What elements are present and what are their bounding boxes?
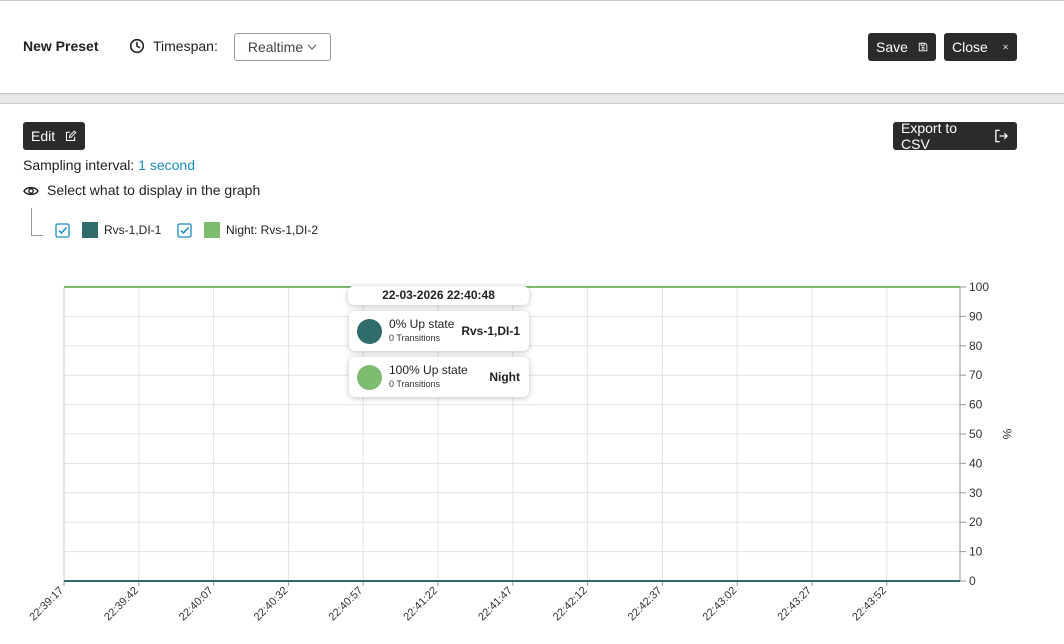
tree-connector bbox=[31, 208, 43, 236]
header-separator bbox=[0, 94, 1064, 104]
legend-label: Rvs-1,DI-1 bbox=[104, 223, 162, 237]
legend-swatch bbox=[82, 222, 98, 238]
save-button[interactable]: Save bbox=[868, 33, 936, 61]
export-label: Export to CSV bbox=[901, 120, 958, 152]
tooltip-state: 100% Up state bbox=[389, 363, 468, 377]
preset-title: New Preset bbox=[23, 38, 99, 54]
tooltip-series-name: Night bbox=[489, 370, 520, 384]
checkbox-checked-icon[interactable] bbox=[55, 222, 70, 238]
tooltip-series-dot bbox=[357, 364, 382, 390]
timespan-value: Realtime bbox=[247, 39, 304, 55]
timespan-label: Timespan: bbox=[153, 38, 218, 54]
tooltip-transitions: 0 Transitions bbox=[389, 379, 441, 389]
y-tick-label: 100 bbox=[969, 280, 989, 294]
x-tick-label: 22:41:22 bbox=[401, 585, 440, 624]
line-chart[interactable]: 0 10 20 30 40 50 60 70 80 90 100 22:39:17 22:39:42 22… bbox=[0, 270, 1064, 644]
x-tick-label: 22:40:07 bbox=[177, 585, 216, 624]
tooltip-transitions: 0 Transitions bbox=[389, 333, 441, 343]
sampling-interval: Sampling interval: 1 second bbox=[23, 157, 195, 173]
y-tick-label: 0 bbox=[969, 574, 976, 588]
x-tick-label: 22:42:37 bbox=[626, 585, 665, 624]
sampling-label: Sampling interval: bbox=[23, 157, 135, 173]
x-tick-label: 22:40:57 bbox=[327, 585, 366, 624]
y-tick-label: 60 bbox=[969, 398, 983, 412]
y-tick-label: 20 bbox=[969, 515, 983, 529]
edit-button[interactable]: Edit bbox=[23, 122, 85, 150]
save-label: Save bbox=[876, 39, 908, 55]
x-tick-label: 22:43:52 bbox=[850, 585, 889, 624]
y-tick-label: 30 bbox=[969, 486, 983, 500]
tooltip-state: 0% Up state bbox=[389, 317, 455, 331]
sampling-value[interactable]: 1 second bbox=[138, 157, 195, 173]
eye-icon bbox=[23, 186, 39, 196]
y-tick-label: 40 bbox=[969, 456, 983, 470]
close-label: Close bbox=[952, 39, 988, 55]
y-tick-label: 10 bbox=[969, 545, 983, 559]
x-tick-label: 22:39:17 bbox=[27, 585, 66, 624]
legend-item-night[interactable]: Night: Rvs-1,DI-2 bbox=[177, 222, 318, 238]
x-tick-label: 22:42:12 bbox=[551, 585, 590, 624]
export-icon bbox=[995, 129, 1009, 143]
legend-swatch bbox=[204, 222, 220, 238]
checkbox-checked-icon[interactable] bbox=[177, 222, 192, 238]
tooltip-series-name: Rvs-1,DI-1 bbox=[461, 324, 520, 338]
y-axis-label: % bbox=[1000, 429, 1014, 440]
display-selector-label: Select what to display in the graph bbox=[47, 182, 261, 198]
tooltip-series-dot bbox=[357, 318, 382, 344]
x-tick-label: 22:39:42 bbox=[102, 585, 141, 624]
tooltip-timestamp: 22-03-2026 22:40:48 bbox=[348, 286, 529, 305]
floppy-disk-icon bbox=[918, 42, 928, 52]
export-csv-button[interactable]: Export to CSV bbox=[893, 120, 1017, 152]
x-tick-label: 22:43:02 bbox=[701, 585, 740, 624]
tooltip-row: 0% Up state 0 Transitions Rvs-1,DI-1 bbox=[349, 311, 529, 351]
x-tick-label: 22:40:32 bbox=[252, 585, 291, 624]
close-icon bbox=[1003, 44, 1008, 50]
x-tick-label: 22:41:47 bbox=[476, 585, 515, 624]
chevron-down-icon bbox=[307, 44, 317, 50]
x-tick-label: 22:43:27 bbox=[775, 585, 814, 624]
y-tick-label: 50 bbox=[969, 427, 983, 441]
timespan-select[interactable]: Realtime bbox=[234, 33, 331, 61]
close-button[interactable]: Close bbox=[944, 33, 1017, 61]
y-tick-label: 80 bbox=[969, 339, 983, 353]
edit-label: Edit bbox=[31, 128, 56, 144]
y-tick-label: 90 bbox=[969, 309, 983, 323]
clock-icon bbox=[129, 38, 145, 54]
legend-label: Night: Rvs-1,DI-2 bbox=[226, 223, 319, 237]
tooltip-row: 100% Up state 0 Transitions Night bbox=[349, 357, 529, 397]
y-tick-label: 70 bbox=[969, 368, 983, 382]
edit-icon bbox=[66, 130, 77, 141]
legend-item-rvs-1-di-1[interactable]: Rvs-1,DI-1 bbox=[55, 222, 161, 238]
